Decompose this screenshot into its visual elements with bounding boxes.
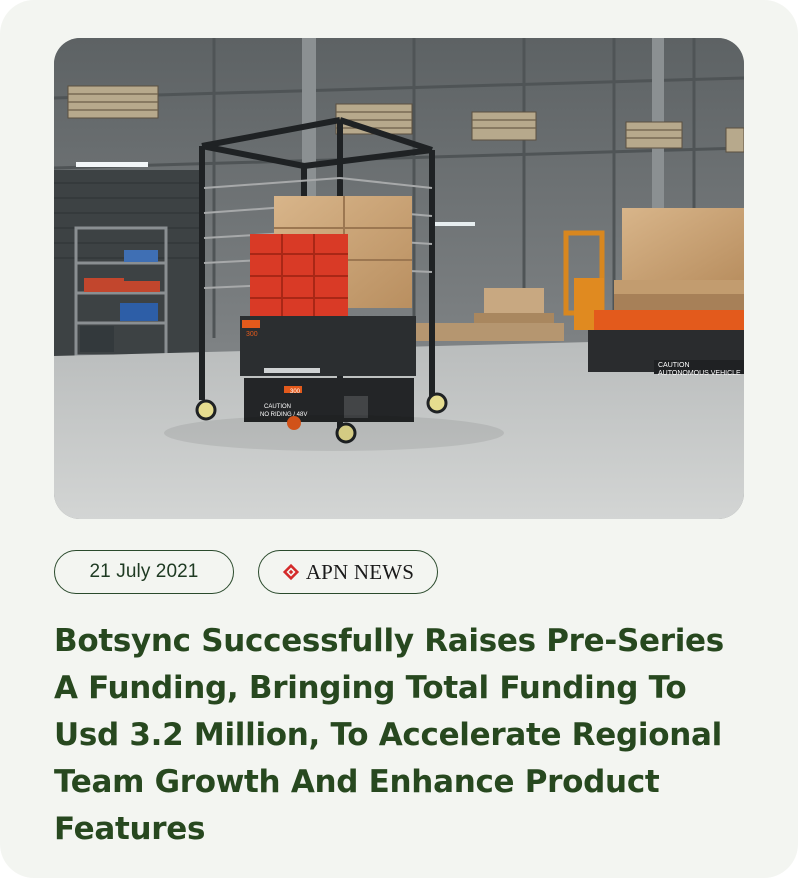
news-card[interactable]: CAUTION AUTONOMOUS VEHICLE 300 300 CAUTI…: [0, 0, 798, 878]
robot-model-label-top: 300: [246, 331, 258, 338]
article-photo[interactable]: CAUTION AUTONOMOUS VEHICLE 300 300 CAUTI…: [54, 38, 744, 519]
source-name: APN NEWS: [305, 559, 415, 584]
date-badge: 21 July 2021: [54, 550, 234, 594]
apn-logo-icon: [282, 563, 299, 581]
article-meta: 21 July 2021 APN NEWS: [54, 549, 438, 595]
source-badge[interactable]: APN NEWS: [258, 550, 438, 594]
warehouse-robot-image: CAUTION AUTONOMOUS VEHICLE 300 300 CAUTI…: [54, 38, 744, 519]
caution-label-main: CAUTION: [264, 404, 291, 410]
caution-label-right: CAUTION: [658, 362, 690, 369]
robot-model-label-bottom: 300: [290, 389, 301, 395]
autonomous-vehicle-label: AUTONOMOUS VEHICLE: [658, 370, 741, 377]
article-title[interactable]: Botsync Successfully Raises Pre-Series A…: [54, 618, 754, 853]
